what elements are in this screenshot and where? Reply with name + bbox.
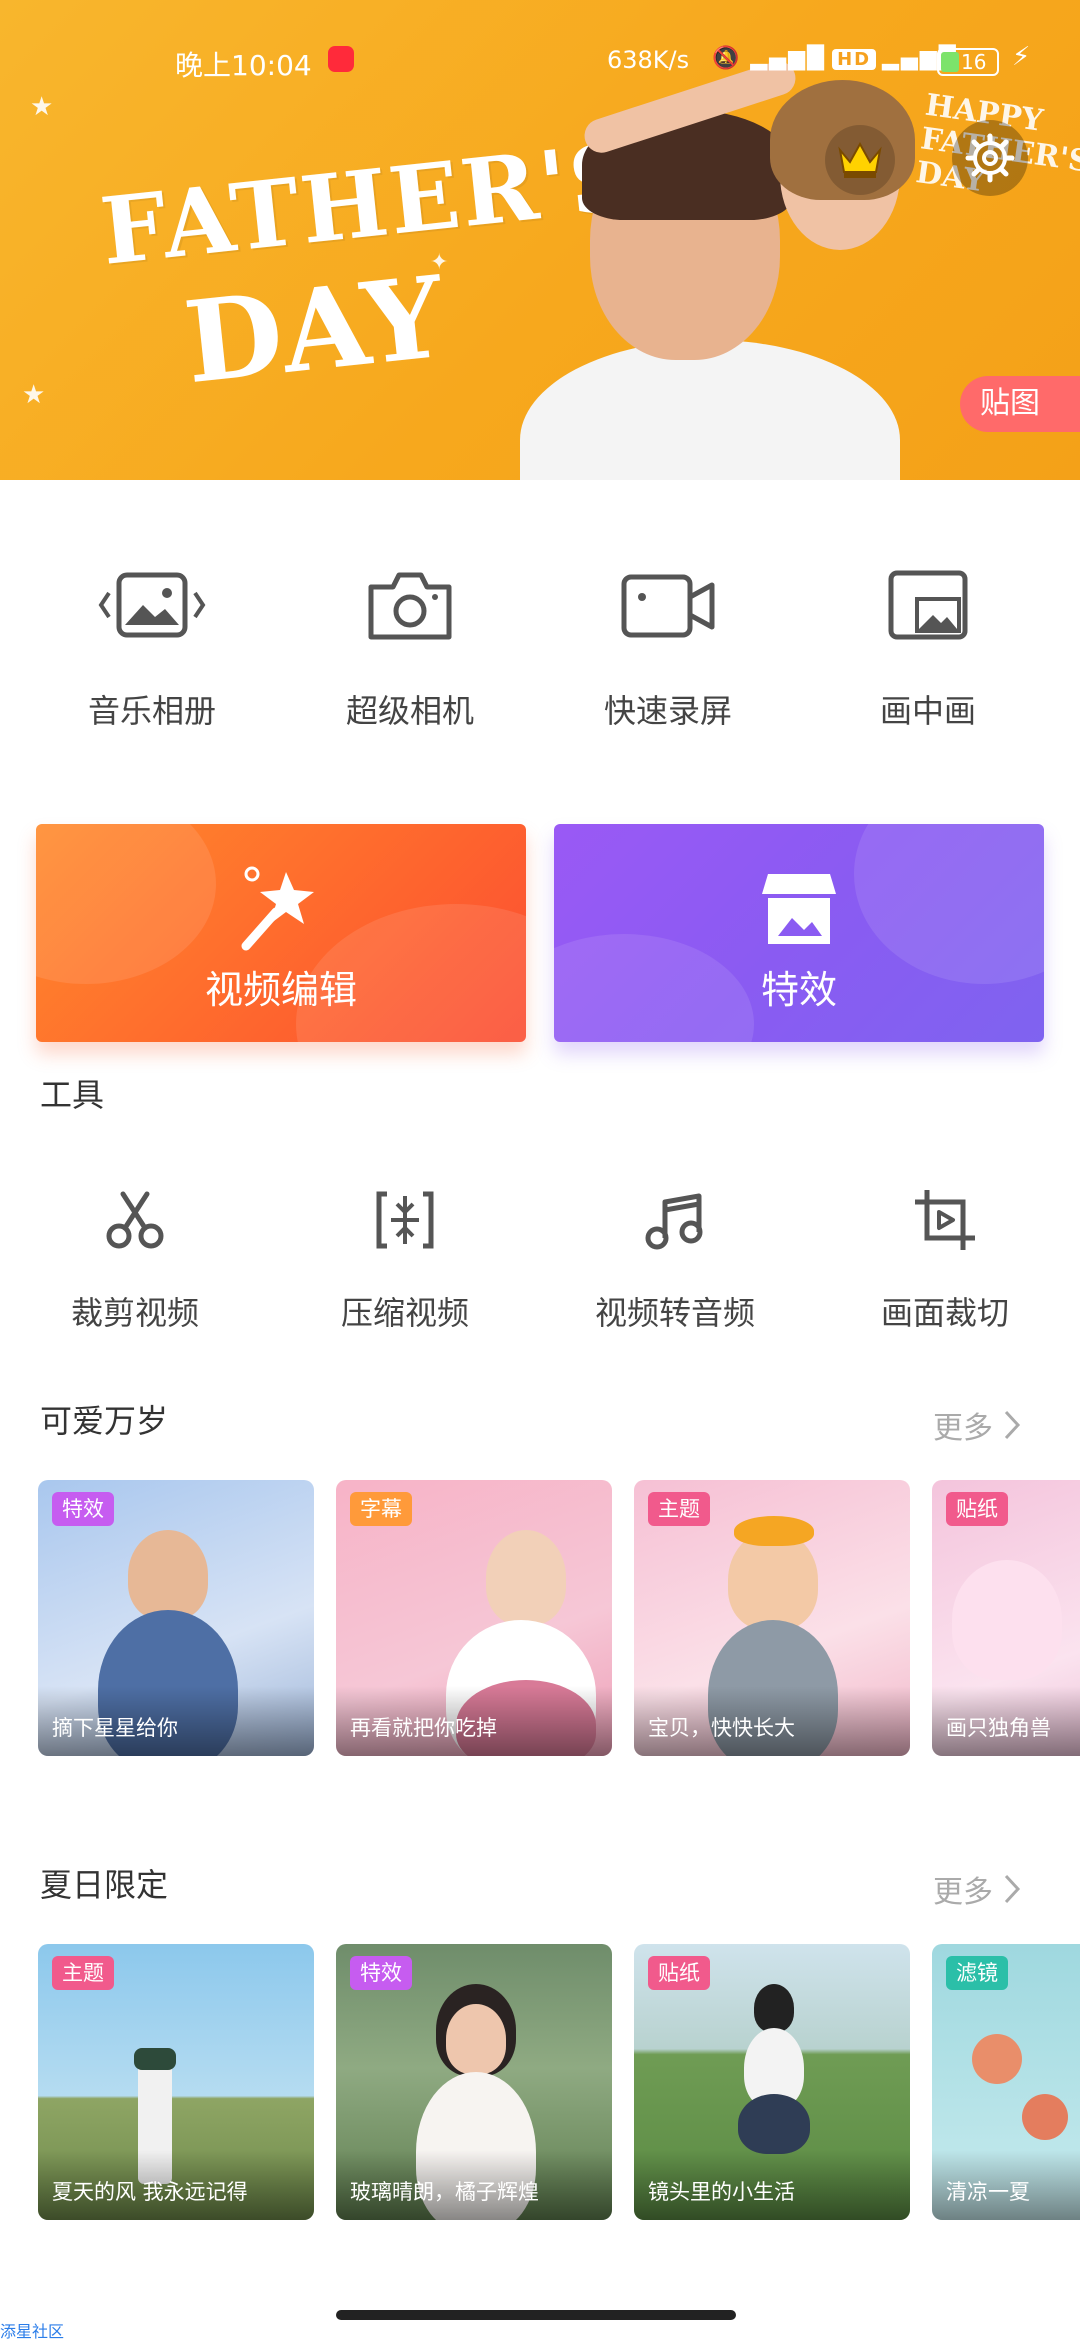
signal-icons: 🔕 ▂▄▆█ HD ▂▄▆█ <box>712 46 958 71</box>
battery-level: 16 <box>961 50 987 74</box>
chevron-right-icon <box>1004 1874 1021 1904</box>
section-title-cute: 可爱万岁 <box>40 1402 169 1440</box>
charging-icon: ⚡ <box>1012 42 1031 72</box>
sticker-button[interactable]: 贴图 <box>960 376 1080 432</box>
tools-grid: 裁剪视频 压缩视频 视频转音频 画面裁切 <box>0 1180 1080 1332</box>
template-card[interactable]: 贴纸 镜头里的小生活 <box>634 1944 910 2220</box>
tool-crop-frame[interactable]: 画面裁切 <box>830 1180 1060 1334</box>
template-tag: 特效 <box>350 1956 412 1990</box>
tool-label: 画面裁切 <box>880 1294 1009 1332</box>
template-tag: 滤镜 <box>946 1956 1008 1990</box>
scissors-icon <box>106 1191 164 1249</box>
home-indicator[interactable] <box>336 2310 736 2320</box>
picture-in-picture-icon <box>888 570 968 640</box>
template-row-cute: 特效 摘下星星给你 字幕 再看就把你吃掉 主题 宝贝，快快长大 贴纸 画只独角兽 <box>38 1480 1080 1756</box>
template-tag: 特效 <box>52 1492 114 1526</box>
template-caption: 摘下星星给你 <box>38 1686 314 1756</box>
quick-action-label: 音乐相册 <box>87 692 216 730</box>
store-icon <box>762 874 836 944</box>
template-tag: 贴纸 <box>946 1492 1008 1526</box>
photo-album-icon <box>98 572 206 638</box>
notification-app-icon <box>328 46 354 72</box>
template-caption: 再看就把你吃掉 <box>336 1686 612 1756</box>
camera-icon <box>368 572 452 640</box>
vip-crown-button[interactable] <box>825 125 895 195</box>
quick-actions: 音乐相册 超级相机 快速录屏 画中画 <box>0 560 1080 740</box>
template-tag: 贴纸 <box>648 1956 710 1990</box>
template-card[interactable]: 特效 摘下星星给你 <box>38 1480 314 1756</box>
tool-trim-video[interactable]: 裁剪视频 <box>20 1180 250 1334</box>
hero-banner[interactable]: ★ ★ ✦ ★ FATHER'S DAY HAPPY FATHER'S DAY … <box>0 0 1080 480</box>
status-bar: 晚上10:04 638K/s 🔕 ▂▄▆█ HD ▂▄▆█ 16 ⚡ <box>0 38 1080 88</box>
chevron-right-icon <box>1004 1410 1021 1440</box>
banner-title-day: DAY <box>178 251 450 410</box>
crown-icon <box>838 141 882 178</box>
template-caption: 玻璃晴朗，橘子辉煌 <box>336 2150 612 2220</box>
template-card[interactable]: 贴纸 画只独角兽 <box>932 1480 1080 1756</box>
template-tag: 主题 <box>648 1492 710 1526</box>
watermark: 添星社区 <box>0 2322 65 2340</box>
template-caption: 画只独角兽 <box>932 1686 1080 1756</box>
sparkle-icon: ★ <box>30 92 54 122</box>
template-card[interactable]: 主题 夏天的风 我永远记得 <box>38 1944 314 2220</box>
tool-video-to-audio[interactable]: 视频转音频 <box>560 1180 790 1334</box>
more-link-summer[interactable]: 更多 <box>933 1867 1021 1911</box>
section-title-summer: 夏日限定 <box>40 1866 169 1904</box>
quick-action-label: 快速录屏 <box>603 692 732 730</box>
template-caption: 镜头里的小生活 <box>634 2150 910 2220</box>
tool-label: 裁剪视频 <box>70 1294 199 1332</box>
screen-record-icon <box>621 574 715 638</box>
quick-action-label: 超级相机 <box>345 692 474 730</box>
template-tag: 主题 <box>52 1956 114 1990</box>
more-link-cute[interactable]: 更多 <box>933 1403 1021 1447</box>
quick-action-screen-record[interactable]: 快速录屏 <box>568 560 768 732</box>
video-edit-label: 视频编辑 <box>204 968 357 1012</box>
template-card[interactable]: 字幕 再看就把你吃掉 <box>336 1480 612 1756</box>
effects-card[interactable]: 特效 <box>554 824 1044 1042</box>
quick-action-super-camera[interactable]: 超级相机 <box>310 560 510 732</box>
quick-action-music-album[interactable]: 音乐相册 <box>52 560 252 732</box>
template-caption: 宝贝，快快长大 <box>634 1686 910 1756</box>
settings-button[interactable] <box>952 120 1028 196</box>
sparkle-icon: ★ <box>22 380 46 410</box>
network-speed: 638K/s <box>607 46 690 74</box>
tool-compress-video[interactable]: 压缩视频 <box>290 1180 520 1334</box>
crop-icon <box>915 1190 975 1250</box>
battery-icon: 16 <box>937 48 999 76</box>
tool-label: 压缩视频 <box>340 1294 469 1332</box>
tool-label: 视频转音频 <box>594 1294 755 1332</box>
template-row-summer: 主题 夏天的风 我永远记得 特效 玻璃晴朗，橘子辉煌 贴纸 镜头里的小生活 滤镜… <box>38 1944 1080 2220</box>
template-card[interactable]: 滤镜 清凉一夏 <box>932 1944 1080 2220</box>
template-caption: 夏天的风 我永远记得 <box>38 2150 314 2220</box>
video-edit-card[interactable]: 视频编辑 <box>36 824 526 1042</box>
compress-icon <box>376 1191 434 1249</box>
more-label: 更多 <box>933 1411 993 1446</box>
gear-icon <box>965 133 1015 183</box>
quick-action-pip[interactable]: 画中画 <box>828 560 1028 732</box>
more-label: 更多 <box>933 1875 993 1910</box>
template-caption: 清凉一夏 <box>932 2150 1080 2220</box>
magic-wand-icon <box>241 866 314 951</box>
template-card[interactable]: 主题 宝贝，快快长大 <box>634 1480 910 1756</box>
tools-title: 工具 <box>40 1076 105 1114</box>
quick-action-label: 画中画 <box>879 692 976 730</box>
music-note-icon <box>645 1193 703 1250</box>
hd-badge: HD <box>832 49 877 70</box>
template-tag: 字幕 <box>350 1492 412 1526</box>
status-time: 晚上10:04 <box>175 49 312 82</box>
effects-label: 特效 <box>760 968 837 1012</box>
template-card[interactable]: 特效 玻璃晴朗，橘子辉煌 <box>336 1944 612 2220</box>
